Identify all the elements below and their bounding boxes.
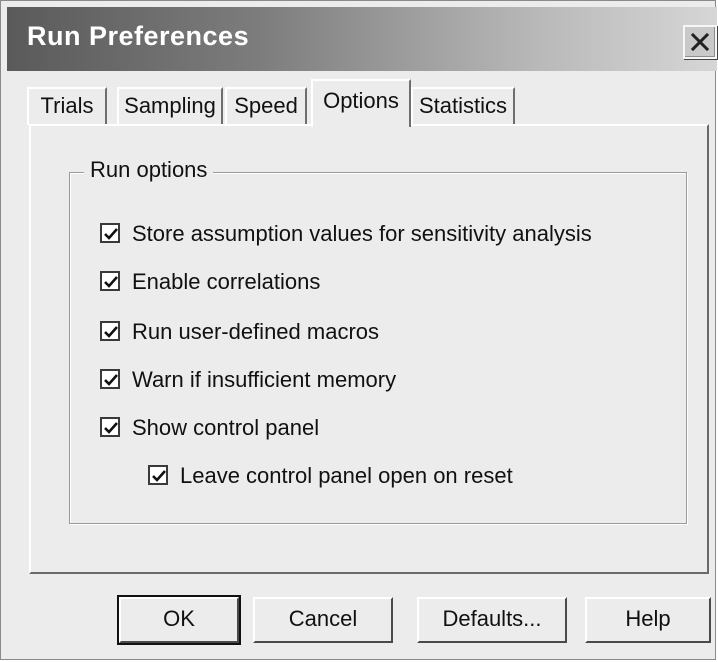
close-icon xyxy=(690,32,710,52)
checkbox[interactable] xyxy=(100,369,120,389)
window-title: Run Preferences xyxy=(27,21,250,51)
option-label: Warn if insufficient memory xyxy=(132,367,397,392)
tab-speed-label: Speed xyxy=(234,93,298,118)
tab-speed[interactable]: Speed xyxy=(225,87,307,125)
tab-statistics-label: Statistics xyxy=(418,93,508,118)
close-button[interactable] xyxy=(683,25,717,59)
tab-options[interactable]: Options xyxy=(311,79,411,127)
ok-button[interactable]: OK xyxy=(117,595,241,645)
option-label: Leave control panel open on reset xyxy=(180,463,513,488)
option-label: Enable correlations xyxy=(132,269,321,294)
checkbox[interactable] xyxy=(100,417,120,437)
check-icon xyxy=(152,470,166,482)
check-icon xyxy=(104,422,118,434)
run-preferences-dialog: Run Preferences Trials Sampling Speed Op… xyxy=(0,0,717,660)
options-tab-panel: Run options Store assumption values for … xyxy=(29,124,709,574)
tab-trials[interactable]: Trials xyxy=(27,87,107,125)
check-icon xyxy=(104,228,118,240)
checkbox[interactable] xyxy=(100,271,120,291)
option-label: Store assumption values for sensitivity … xyxy=(132,221,592,246)
check-icon xyxy=(104,374,118,386)
defaults-button[interactable]: Defaults... xyxy=(417,597,567,643)
run-options-group: Run options Store assumption values for … xyxy=(69,157,687,524)
tab-sampling[interactable]: Sampling xyxy=(117,87,223,125)
check-icon xyxy=(104,276,118,288)
checkbox[interactable] xyxy=(100,321,120,341)
option-label: Show control panel xyxy=(132,415,320,440)
run-options-label: Run options xyxy=(84,157,214,183)
tab-options-label: Options xyxy=(323,88,399,113)
option-label: Run user-defined macros xyxy=(132,319,380,344)
tab-trials-label: Trials xyxy=(40,93,94,118)
checkbox[interactable] xyxy=(100,223,120,243)
tab-sampling-label: Sampling xyxy=(124,93,216,118)
tab-statistics[interactable]: Statistics xyxy=(411,87,515,125)
cancel-button[interactable]: Cancel xyxy=(253,597,393,643)
title-bar[interactable]: Run Preferences xyxy=(7,7,717,71)
check-icon xyxy=(104,326,118,338)
checkbox[interactable] xyxy=(148,465,168,485)
help-button[interactable]: Help xyxy=(585,597,711,643)
